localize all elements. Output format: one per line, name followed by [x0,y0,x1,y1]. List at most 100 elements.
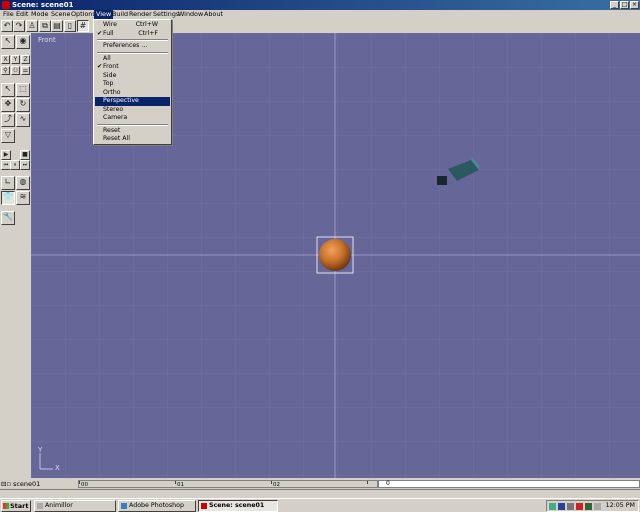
tray-volume-icon[interactable] [594,503,601,510]
menu-window[interactable]: Window [176,10,205,19]
play-icon[interactable]: ▶ [1,150,11,160]
menu-item-label: Front [103,63,119,70]
z-axis-lock-button[interactable]: Z [21,55,30,64]
group-icon[interactable]: ⚇ [11,66,20,75]
view-menu-dropdown: Wire Ctrl+W ✔ Full Ctrl+F Preferences ..… [93,19,172,145]
sphere-object [319,239,351,271]
scene-toggle-icon[interactable]: ⊟▫ [1,480,11,488]
menu-item-camera[interactable]: Camera [95,114,170,123]
copy-icon[interactable]: ⧉ [39,20,51,32]
tray-display-icon[interactable] [567,503,574,510]
menu-item-label: Reset All [103,135,130,142]
scene-name: scene01 [12,480,41,488]
frame-field[interactable]: 0 [378,480,640,488]
task-photoshop[interactable]: Adobe Photoshop [118,500,196,512]
task-animillor[interactable]: Animillor [34,500,116,512]
menu-item-label: Reset [103,126,121,134]
menu-edit[interactable]: Edit [14,10,30,19]
main-toolbar: ↶ ↷ ♙ ⧉ ▤ ▯ # [0,19,95,33]
pause-icon[interactable]: ⏸ [10,160,20,170]
y-axis-label: Y [38,446,43,454]
window-title: Scene: scene01 [12,1,74,9]
menu-separator [97,123,168,126]
ruler-label: 00 [81,482,88,488]
maximize-button[interactable]: □ [620,1,629,9]
menu-item-side[interactable]: Side [95,72,170,81]
app-icon [201,503,207,509]
close-button[interactable]: × [630,1,639,9]
menu-item-label: All [103,54,111,62]
task-label: Animillor [45,502,73,509]
undo-icon[interactable]: ↶ [1,20,13,32]
checkmark-icon: ✔ [97,29,103,37]
scene-selector[interactable]: ⊟▫ scene01 [1,480,45,488]
menu-bar: File Edit Mode Scene Options View Build … [0,10,640,19]
x-axis-label: X [55,464,60,472]
document-icon[interactable]: ▯ [64,20,76,32]
menu-about[interactable]: About [202,10,225,19]
fast-forward-icon[interactable]: ⏭ [20,160,30,170]
tray-monitor-icon[interactable] [585,503,592,510]
photoshop-icon [121,503,127,509]
menu-item-full[interactable]: ✔ Full Ctrl+F [95,30,170,39]
y-axis-lock-button[interactable]: Y [11,55,20,64]
menu-item-ortho[interactable]: Ortho [95,89,170,98]
select-arrow-icon[interactable]: ↖ [1,35,15,49]
grid-icon[interactable]: # [77,20,89,32]
timeline-ruler[interactable]: 00 01 02 [78,480,378,488]
menu-item-preferences[interactable]: Preferences ... [95,42,170,51]
shirt-icon[interactable]: 👕 [1,191,15,205]
figure-icon[interactable]: ♙ [26,20,38,32]
menu-item-perspective[interactable]: Perspective [95,97,170,106]
menu-item-front[interactable]: ✔ Front [95,63,170,72]
frame-value: 0 [386,480,390,487]
morph-icon[interactable]: ≋ [16,191,30,205]
axis-tool-icon[interactable]: ∟ [1,176,15,190]
menu-item-reset[interactable]: Reset [95,127,170,136]
app-icon[interactable] [2,1,10,9]
menu-item-label: Side [103,71,117,79]
mirror-icon[interactable]: ⚌ [21,66,30,75]
menu-item-label: Full [103,29,114,37]
menu-render[interactable]: Render [127,10,154,19]
timeline-bar: ⊟▫ scene01 00 01 02 0 [0,478,640,498]
menu-item-label: Wire [103,21,117,28]
wrench-icon[interactable]: 🔧 [1,211,15,225]
x-axis-lock-button[interactable]: X [1,55,10,64]
bend-tool-icon[interactable]: ⤴ [1,113,15,127]
menu-item-stereo[interactable]: Stereo [95,106,170,115]
menu-item-all[interactable]: All [95,55,170,64]
menu-item-label: Top [103,80,114,87]
ruler-label: 01 [177,482,184,488]
menu-separator [97,39,168,41]
marquee-tool-icon[interactable]: ⬚ [16,83,30,97]
move-tool-icon[interactable]: ✥ [1,98,15,112]
menu-separator [97,51,168,54]
menu-item-label: Perspective [103,97,139,104]
pointer-tool-icon[interactable]: ↖ [1,83,15,97]
stop-icon[interactable]: ■ [20,150,30,160]
menu-mode[interactable]: Mode [29,10,50,19]
menu-item-reset-all[interactable]: Reset All [95,135,170,144]
tray-app-icon[interactable] [576,503,583,510]
link-icon[interactable]: ⚲ [1,66,10,75]
title-bar: Scene: scene01 _ □ × [0,0,640,10]
paste-icon[interactable]: ▤ [51,20,63,32]
clock[interactable]: 12:05 PM [606,501,635,511]
timeline-scrollbar[interactable] [0,489,640,496]
rotate-tool-icon[interactable]: ↻ [16,98,30,112]
tray-network-icon[interactable] [558,503,565,510]
redo-icon[interactable]: ↷ [13,20,25,32]
sphere-tool-icon[interactable]: ◍ [16,176,30,190]
curve-tool-icon[interactable]: ∿ [16,113,30,127]
menu-item-wire[interactable]: Wire Ctrl+W [95,21,170,30]
view-name-label: Front [38,36,56,44]
task-scene[interactable]: Scene: scene01 [198,500,278,512]
eye-icon[interactable]: ◉ [16,35,30,49]
taper-tool-icon[interactable]: ▽ [1,129,15,143]
tray-antivirus-icon[interactable] [549,503,556,510]
tool-panel: ↖ ◉ X Y Z ⚲ ⚇ ⚌ ↖ ⬚ ✥ ↻ ⤴ ∿ ▽ ▶ ■ ⏮ ⏸ ⏭ … [0,33,31,478]
menu-item-top[interactable]: Top [95,80,170,89]
start-button[interactable]: Start [1,500,31,512]
minimize-button[interactable]: _ [610,1,619,9]
